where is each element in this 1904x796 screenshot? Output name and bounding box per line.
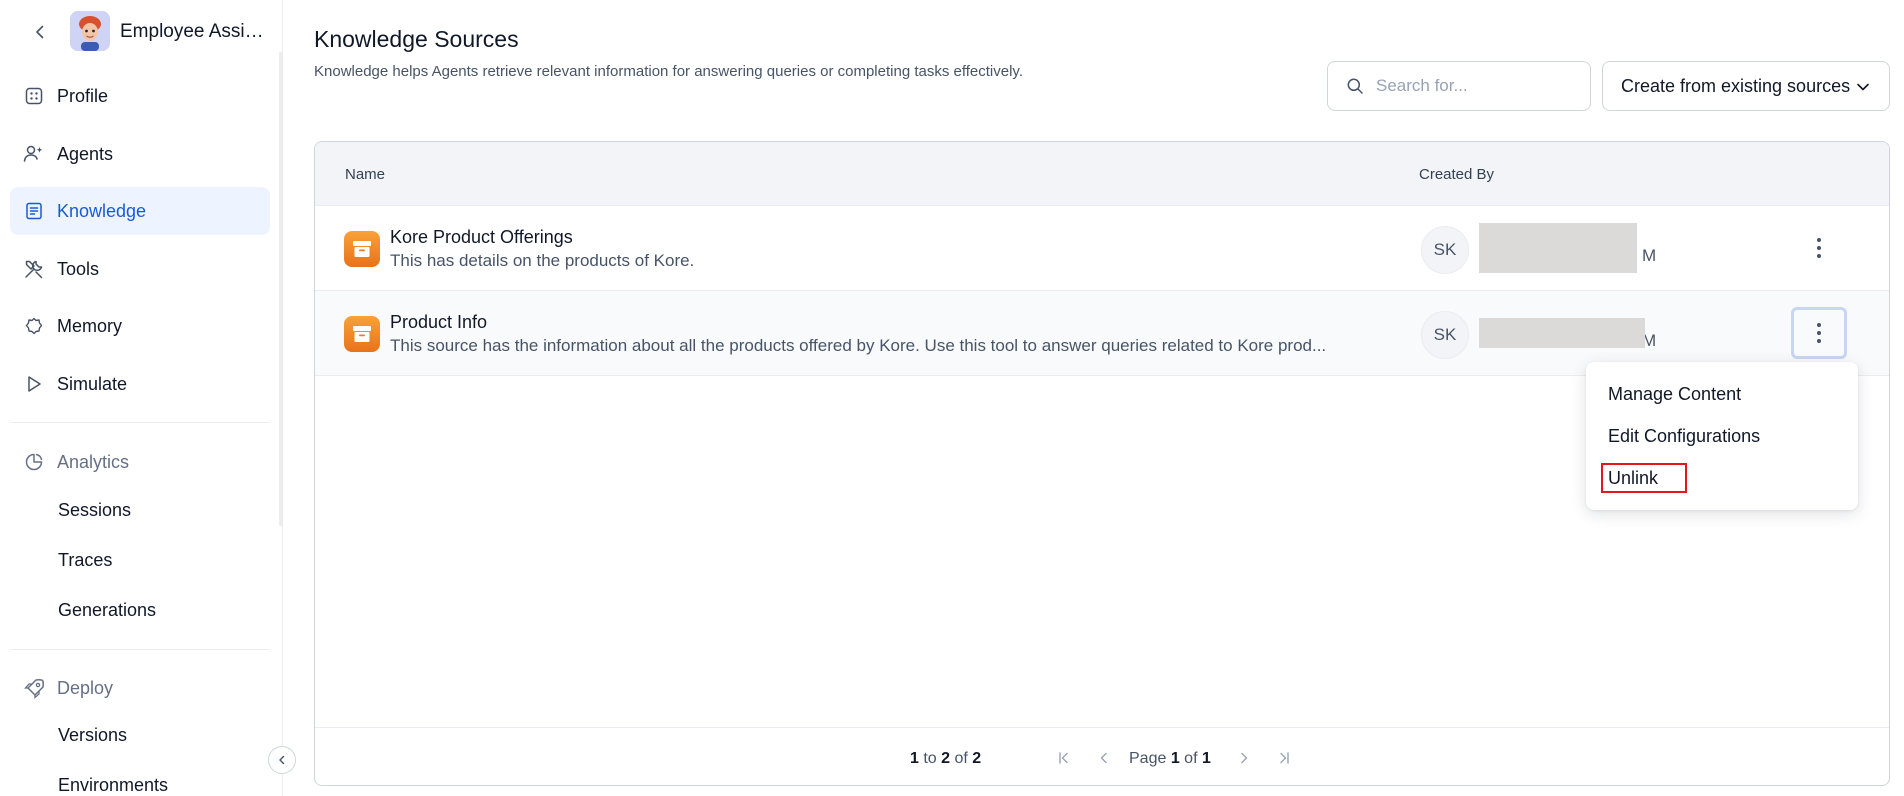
app-header: Employee Assist...	[0, 0, 283, 64]
archive-icon	[344, 231, 380, 267]
chevron-left-icon	[1100, 752, 1107, 764]
page-indicator: Page 1 of 1	[1129, 750, 1211, 767]
last-page-button[interactable]	[1272, 746, 1296, 770]
sidebar-item-memory[interactable]: Memory	[10, 302, 270, 350]
sidebar-item-knowledge[interactable]: Knowledge	[10, 187, 270, 235]
table-header: Name Created By	[315, 142, 1889, 206]
sidebar-item-label: Tools	[57, 258, 100, 279]
source-description: This source has the information about al…	[390, 336, 1327, 355]
more-vertical-icon	[1817, 323, 1821, 343]
redacted-creator	[1479, 318, 1645, 348]
total-pages: 1	[1201, 750, 1211, 767]
page-title: Knowledge Sources	[314, 26, 519, 52]
sidebar-item-label: Agents	[57, 143, 114, 164]
sidebar-divider	[10, 422, 270, 423]
next-page-button[interactable]	[1232, 746, 1256, 770]
chevron-left-icon	[36, 25, 44, 39]
sidebar-item-sessions[interactable]: Sessions	[10, 489, 270, 531]
create-from-existing-sources-button[interactable]: Create from existing sources	[1602, 61, 1890, 111]
sidebar-item-profile[interactable]: Profile	[10, 72, 270, 120]
menu-item-edit-configurations[interactable]: Edit Configurations	[1608, 426, 1760, 447]
sidebar-divider	[10, 649, 270, 650]
range-to: 2	[941, 750, 951, 767]
source-description: This has details on the products of Kore…	[390, 251, 695, 270]
app-title: Employee Assist...	[120, 21, 270, 42]
sidebar-item-versions[interactable]: Versions	[10, 714, 270, 756]
sidebar-item-label: Environments	[58, 774, 169, 795]
table-footer: 1 to 2 of 2 Page 1 of 1	[315, 727, 1889, 785]
row-count: 1 to 2 of 2	[910, 750, 982, 767]
creator-avatar: SK	[1421, 226, 1469, 274]
sidebar-item-label: Knowledge	[57, 200, 147, 221]
creator-avatar: SK	[1421, 311, 1469, 359]
rocket-icon	[22, 676, 46, 700]
column-header-name: Name	[345, 166, 386, 183]
sidebar: Employee Assist... Profile Agents Knowle…	[0, 0, 283, 796]
sidebar-item-analytics[interactable]: Analytics	[10, 438, 270, 486]
tools-icon	[22, 257, 46, 281]
search-input[interactable]	[1376, 76, 1566, 96]
chevron-right-icon	[1241, 752, 1248, 764]
sidebar-scrollbar[interactable]	[279, 52, 282, 526]
sidebar-item-label: Generations	[58, 599, 157, 620]
chevron-left-icon	[279, 755, 285, 765]
unlink-highlight	[1601, 463, 1687, 493]
source-name[interactable]: Product Info	[390, 312, 487, 333]
sidebar-item-label: Simulate	[57, 373, 128, 394]
collapse-sidebar-button[interactable]	[268, 746, 296, 774]
sidebar-item-simulate[interactable]: Simulate	[10, 360, 270, 408]
current-page: 1	[1170, 750, 1180, 767]
sidebar-item-label: Sessions	[58, 499, 132, 520]
play-icon	[22, 372, 46, 396]
back-button[interactable]	[28, 20, 52, 44]
sidebar-item-generations[interactable]: Generations	[10, 589, 270, 631]
chevron-down-icon	[1855, 79, 1871, 95]
page-description: Knowledge helps Agents retrieve relevant…	[314, 63, 1023, 80]
range-from: 1	[910, 750, 919, 767]
range-total: 2	[972, 750, 982, 767]
redacted-creator	[1479, 223, 1637, 273]
agents-icon	[22, 142, 46, 166]
sidebar-item-label: Profile	[57, 85, 109, 106]
pie-chart-icon	[22, 450, 46, 474]
archive-icon	[344, 316, 380, 352]
source-name[interactable]: Kore Product Offerings	[390, 227, 573, 248]
more-options-button[interactable]	[1791, 222, 1847, 274]
sidebar-item-agents[interactable]: Agents	[10, 130, 270, 178]
column-header-created-by: Created By	[1419, 166, 1495, 183]
more-vertical-icon	[1817, 238, 1821, 258]
search-icon	[1346, 77, 1364, 95]
grid-icon	[22, 84, 46, 108]
sidebar-item-label: Memory	[57, 315, 123, 336]
row-actions-menu: Manage Content Edit Configurations Unlin…	[1586, 362, 1858, 510]
sidebar-item-label: Traces	[58, 549, 113, 570]
sidebar-item-traces[interactable]: Traces	[10, 539, 270, 581]
memory-icon	[22, 314, 46, 338]
create-button-label: Create from existing sources	[1621, 75, 1851, 96]
last-page-icon	[1280, 752, 1289, 764]
document-icon	[22, 199, 46, 223]
menu-item-manage-content[interactable]: Manage Content	[1608, 384, 1741, 405]
first-page-button[interactable]	[1052, 746, 1076, 770]
app-avatar	[70, 11, 110, 51]
sidebar-item-deploy[interactable]: Deploy	[10, 664, 270, 712]
sidebar-item-label: Deploy	[57, 677, 114, 698]
first-page-icon	[1059, 752, 1068, 764]
sidebar-item-environments[interactable]: Environments	[10, 764, 270, 796]
search-box[interactable]	[1327, 61, 1591, 111]
previous-page-button[interactable]	[1092, 746, 1116, 770]
sidebar-item-label: Versions	[58, 724, 128, 745]
table-row[interactable]: Kore Product Offerings This has details …	[315, 206, 1889, 291]
creator-date-fragment: M	[1642, 246, 1657, 265]
sidebar-item-label: Analytics	[57, 451, 130, 472]
sidebar-item-tools[interactable]: Tools	[10, 245, 270, 293]
more-options-button[interactable]	[1791, 307, 1847, 359]
